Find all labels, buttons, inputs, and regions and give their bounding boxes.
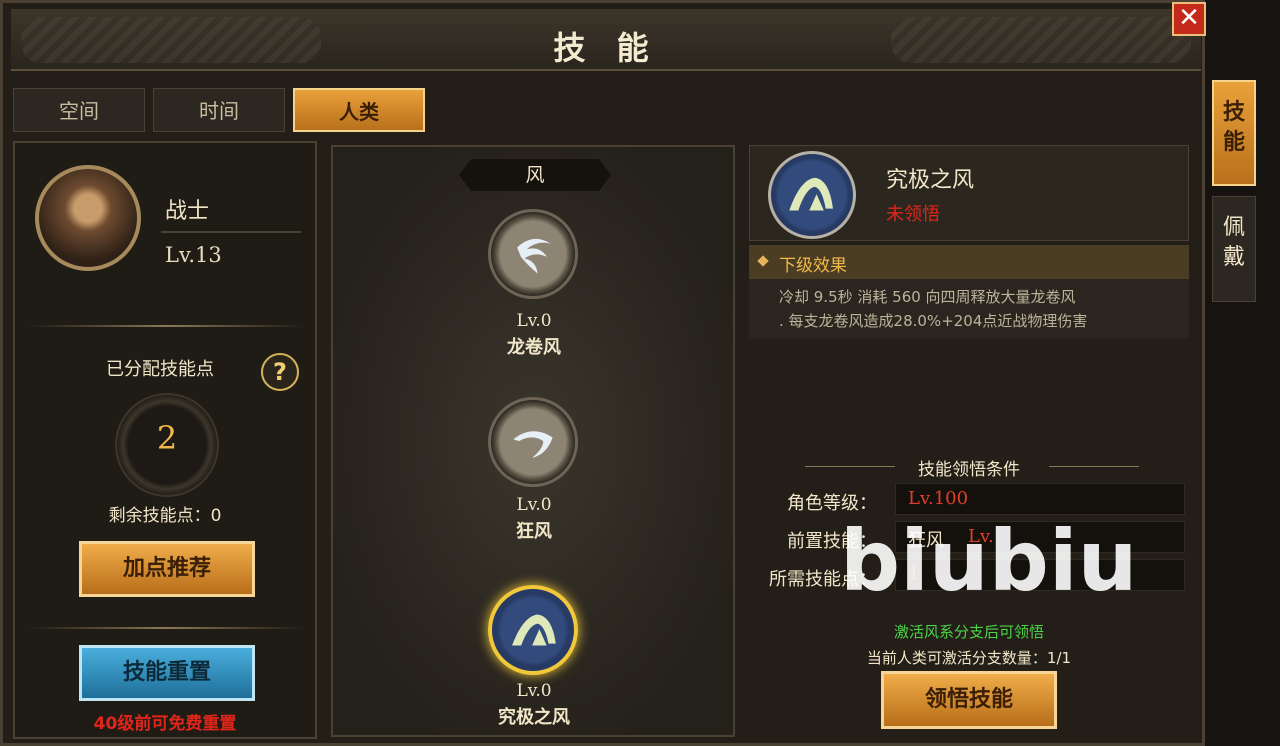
skill-detail-header: 究极之风 未领悟 [749, 145, 1189, 241]
side-tab-skills-label: 技 能 [1222, 100, 1245, 155]
tab-human[interactable]: 人类 [293, 88, 425, 132]
hero-panel: 战士 Lv.13 已分配技能点 ? 2 剩余技能点：0 加点推荐 技能重置 40… [13, 141, 317, 739]
next-effect-label: 下级效果 [779, 256, 847, 276]
side-tab-equip-label: 佩 戴 [1222, 215, 1245, 270]
hero-divider [161, 231, 301, 233]
allocated-points-value: 2 [156, 419, 178, 457]
ultimate-wind-glyph [789, 177, 833, 211]
next-effect-header: 下级效果 [749, 245, 1189, 279]
side-tab-skills[interactable]: 技 能 [1212, 80, 1256, 186]
skill-level: Lv.0 [516, 495, 552, 515]
remaining-points: 剩余技能点：0 [108, 506, 222, 526]
section-divider [29, 627, 305, 629]
hero-level: Lv.13 [165, 243, 222, 267]
conditions-rule-right [1049, 466, 1139, 467]
condition-row-level: 角色等级： Lv.100 [749, 483, 1189, 515]
skill-node-tornado[interactable] [488, 209, 578, 299]
learn-skill-button[interactable]: 领悟技能 [881, 671, 1057, 729]
section-divider [29, 325, 305, 327]
reset-skills-button[interactable]: 技能重置 [79, 645, 255, 701]
skill-name: 狂风 [516, 521, 552, 542]
next-effect-line: . 每支龙卷风造成28.0%+204点近战物理伤害 [779, 312, 1088, 330]
recommend-button[interactable]: 加点推荐 [79, 541, 255, 597]
window-title: 技 能 [553, 29, 659, 67]
hero-name: 战士 [165, 199, 210, 224]
next-effect-description: 冷却 9.5秒 消耗 560 向四周释放大量龙卷风 . 每支龙卷风造成28.0%… [749, 279, 1189, 339]
condition-value-box: Lv.100 [895, 483, 1185, 515]
skill-detail-panel: 究极之风 未领悟 下级效果 冷却 9.5秒 消耗 560 向四周释放大量龙卷风 … [749, 145, 1191, 737]
next-effect-line: 冷却 9.5秒 消耗 560 向四周释放大量龙卷风 [779, 288, 1076, 306]
skill-level: Lv.0 [516, 681, 552, 701]
skill-name: 龙卷风 [507, 337, 561, 358]
skill-level: Lv.0 [516, 311, 552, 331]
gale-icon [513, 431, 553, 458]
skill-window: 技 能 空间 时间 人类 战士 Lv.13 已分配技能点 ? 2 剩余技能点：0… [0, 0, 1205, 746]
hero-avatar [35, 165, 141, 271]
tab-time[interactable]: 时间 [153, 88, 285, 132]
activate-note: 激活风系分支后可领悟 [893, 623, 1044, 641]
ultimate-wind-icon [768, 151, 856, 239]
close-button[interactable]: ✕ [1172, 2, 1206, 36]
condition-value: Lv.100 [908, 488, 969, 509]
conditions-title: 技能领悟条件 [918, 460, 1020, 480]
reset-note: 40级前可免费重置 [93, 714, 237, 734]
skill-tree-panel: 风 Lv.0 龙卷风 Lv.0 狂风 Lv.0 究极之风 [331, 145, 735, 737]
title-bar: 技 能 [11, 9, 1201, 71]
skill-detail-name: 究极之风 [886, 168, 975, 193]
side-tab-equip[interactable]: 佩 戴 [1212, 196, 1256, 302]
tab-space[interactable]: 空间 [13, 88, 145, 132]
watermark-logo: biubiu [840, 512, 1138, 610]
help-icon[interactable]: ? [261, 353, 299, 391]
branch-title: 风 [459, 159, 611, 191]
skill-node-gale[interactable] [488, 397, 578, 487]
skill-node-ultimate-wind[interactable] [488, 585, 578, 675]
branch-count: 当前人类可激活分支数量：1/1 [866, 649, 1072, 667]
diamond-icon [757, 255, 769, 267]
skill-status: 未领悟 [886, 204, 940, 225]
ultimate-wind-icon [512, 614, 556, 646]
tornado-icon [517, 238, 551, 274]
skill-name: 究极之风 [498, 707, 570, 728]
